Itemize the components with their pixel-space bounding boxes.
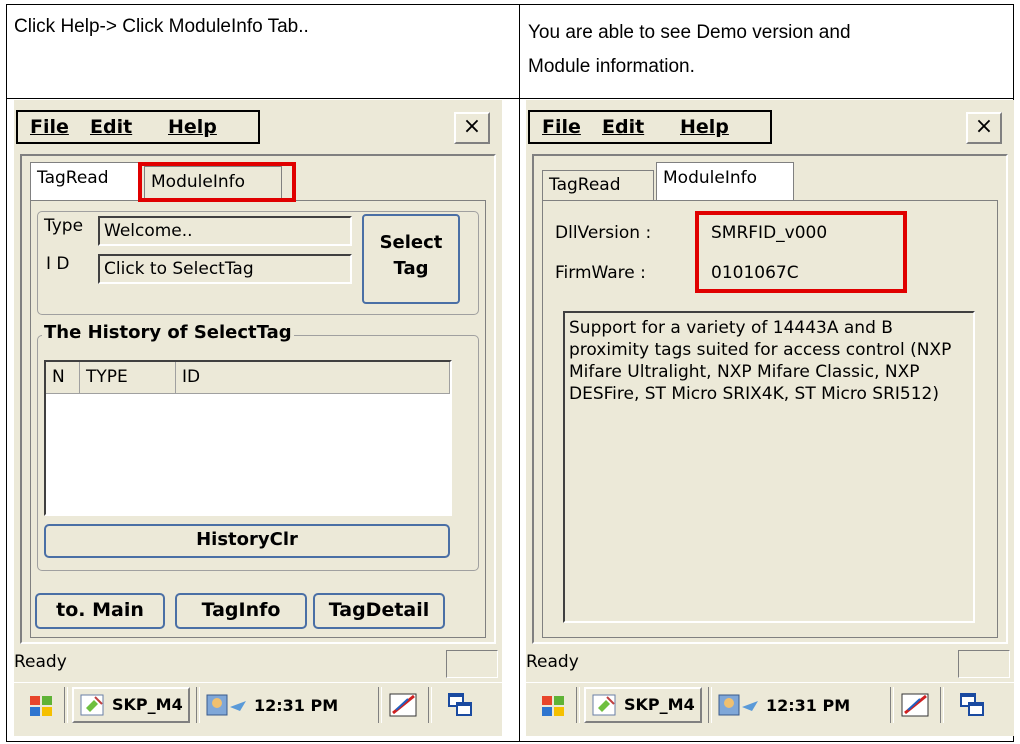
menu-box: File Edit Help	[528, 110, 772, 144]
history-group: The History of SelectTag N TYPE ID Histo…	[37, 322, 479, 571]
network-icon[interactable]	[206, 693, 250, 723]
network-icon[interactable]	[718, 693, 762, 723]
taskbar-separator	[708, 687, 712, 723]
type-field[interactable]: Welcome..	[98, 216, 352, 246]
menu-file[interactable]: File	[542, 116, 581, 138]
highlight-moduleinfo-tab	[138, 162, 296, 202]
clock[interactable]: 12:31 PM	[254, 696, 338, 715]
history-clear-button[interactable]: HistoryClr	[44, 524, 450, 558]
windows-switch-icon[interactable]	[446, 691, 474, 723]
taskbar-separator	[64, 687, 68, 723]
windows-switch-icon[interactable]	[958, 691, 986, 723]
column-header-id[interactable]: ID	[176, 362, 450, 394]
start-flag-icon[interactable]	[28, 693, 54, 723]
history-list[interactable]: N TYPE ID	[44, 360, 452, 516]
caption-right-line2: Module information.	[528, 56, 695, 77]
select-tag-button[interactable]: Select Tag	[362, 214, 460, 304]
app-icon	[592, 693, 618, 728]
select-tag-group: Type Welcome.. I D Click to SelectTag Se…	[37, 211, 479, 315]
menu-box: File Edit Help	[16, 110, 260, 144]
start-flag-icon[interactable]	[540, 693, 566, 723]
menu-help[interactable]: Help	[680, 116, 729, 138]
pen-icon[interactable]	[900, 691, 932, 723]
select-tag-button-line1: Select	[379, 232, 443, 253]
app-icon	[80, 693, 106, 728]
clock[interactable]: 12:31 PM	[766, 696, 850, 715]
taskbar-separator	[940, 687, 944, 723]
table-row-divider	[7, 98, 1013, 99]
taskbar-separator	[428, 687, 432, 723]
taskbar: SKP_M4 12:31 PM	[526, 682, 1014, 729]
moduleinfo-panel: DllVersion : SMRFID_v000 FirmWare : 0101…	[542, 200, 998, 638]
to-main-button[interactable]: to. Main	[35, 593, 165, 629]
taskbar-app-button[interactable]: SKP_M4	[584, 687, 702, 723]
menu-help[interactable]: Help	[168, 116, 217, 138]
type-label: Type	[44, 216, 84, 236]
menu-edit[interactable]: Edit	[602, 116, 644, 138]
column-header-type[interactable]: TYPE	[80, 362, 176, 394]
module-description[interactable]: Support for a variety of 14443A and B pr…	[563, 311, 975, 623]
status-bar: Ready	[526, 648, 1014, 680]
status-bar: Ready	[14, 648, 502, 680]
close-button[interactable]: ×	[966, 112, 1002, 144]
form-area: TagRead ModuleInfo Type Welcome.. I D Cl…	[20, 154, 496, 644]
id-label: I D	[46, 254, 70, 274]
status-text: Ready	[14, 652, 67, 672]
history-title: The History of SelectTag	[42, 322, 294, 343]
caption-right: You are able to see Demo version and Mod…	[528, 16, 998, 84]
menu-edit[interactable]: Edit	[90, 116, 132, 138]
tab-tagread[interactable]: TagRead	[30, 162, 142, 200]
status-panel	[958, 650, 1010, 678]
taskbar-separator	[576, 687, 580, 723]
menu-bar: File Edit Help ×	[526, 100, 1014, 146]
device-screen-moduleinfo: File Edit Help × TagRead ModuleInfo DllV…	[526, 100, 1014, 736]
form-area: TagRead ModuleInfo DllVersion : SMRFID_v…	[532, 154, 1008, 644]
device-screen-tagread: File Edit Help × TagRead ModuleInfo Type…	[14, 100, 502, 736]
taskbar-app-label: SKP_M4	[624, 695, 695, 714]
taskbar-separator	[196, 687, 200, 723]
taskbar-app-button[interactable]: SKP_M4	[72, 687, 190, 723]
select-tag-button-line2: Tag	[393, 258, 429, 279]
taskbar-separator	[890, 687, 894, 723]
caption-left: Click Help-> Click ModuleInfo Tab..	[14, 16, 309, 37]
menu-file[interactable]: File	[30, 116, 69, 138]
status-panel	[446, 650, 498, 678]
taskbar: SKP_M4 12:31 PM	[14, 682, 502, 729]
table-column-divider	[519, 5, 520, 741]
caption-right-line1: You are able to see Demo version and	[528, 22, 851, 43]
id-field[interactable]: Click to SelectTag	[98, 254, 352, 284]
close-button[interactable]: ×	[454, 112, 490, 144]
column-header-n[interactable]: N	[46, 362, 80, 394]
dll-version-label: DllVersion :	[555, 223, 652, 243]
tab-moduleinfo[interactable]: ModuleInfo	[656, 162, 794, 200]
pen-icon[interactable]	[388, 691, 420, 723]
tag-detail-button[interactable]: TagDetail	[313, 593, 445, 629]
tag-info-button[interactable]: TagInfo	[175, 593, 307, 629]
taskbar-separator	[378, 687, 382, 723]
tab-tagread[interactable]: TagRead	[542, 170, 654, 200]
tagread-panel: Type Welcome.. I D Click to SelectTag Se…	[30, 200, 486, 638]
highlight-module-info	[695, 211, 907, 293]
firmware-label: FirmWare :	[555, 263, 646, 283]
taskbar-app-label: SKP_M4	[112, 695, 183, 714]
menu-bar: File Edit Help ×	[14, 100, 502, 146]
status-text: Ready	[526, 652, 579, 672]
